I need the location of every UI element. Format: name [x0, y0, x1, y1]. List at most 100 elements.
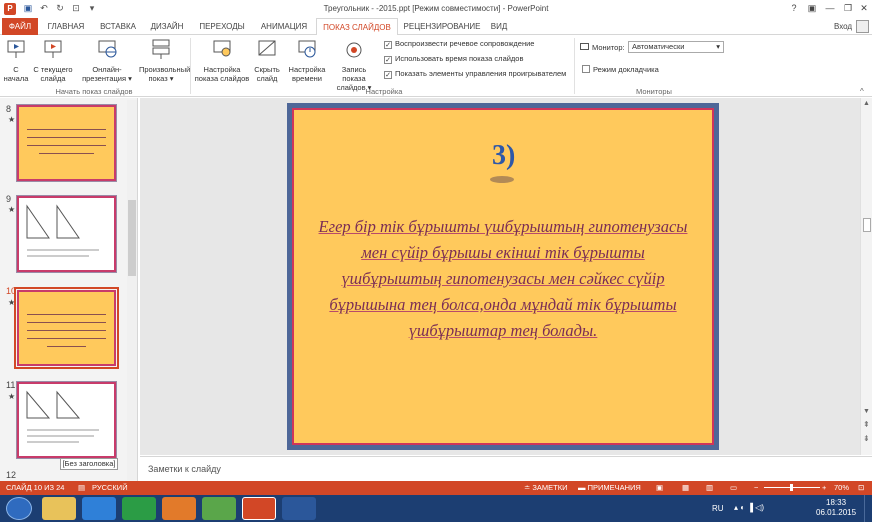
notes-toggle-button[interactable]: ≐ ЗАМЕТКИ — [524, 481, 568, 495]
zoom-out-icon[interactable]: − — [754, 481, 758, 495]
play-narrations-label: Воспроизвести речевое сопровождение — [395, 39, 535, 48]
hide-slide-button[interactable]: Скрыть слайд — [252, 37, 282, 83]
group-setup-label: Настройка — [365, 87, 403, 96]
slide-thumbnail-11[interactable] — [16, 381, 117, 459]
current-slide[interactable]: 3) Егер бір тік бұрышты үшбұрыштың гипот… — [287, 103, 719, 450]
presenter-view-label: Режим докладчика — [593, 65, 659, 74]
scroll-down-icon[interactable]: ▼ — [863, 408, 870, 415]
next-slide-icon[interactable]: ⇟ — [863, 434, 870, 443]
slide-body-text[interactable]: Егер бір тік бұрышты үшбұрыштың гипотену… — [312, 214, 694, 344]
word-taskbar-icon[interactable] — [282, 497, 316, 520]
presenter-view-checkbox[interactable]: Режим докладчика — [582, 65, 659, 75]
slide-scrollbar[interactable]: ▲ ▼ ⇞ ⇟ — [860, 98, 872, 455]
rehearse-timings-button[interactable]: Настройка времени — [286, 37, 328, 83]
tab-insert[interactable]: ВСТАВКА — [94, 18, 142, 35]
ribbon-tabs: ФАЙЛ ГЛАВНАЯ ВСТАВКА ДИЗАЙН ПЕРЕХОДЫ АНИ… — [0, 18, 872, 36]
monitor-dropdown[interactable]: Автоматически ▾ — [628, 41, 724, 53]
from-beginning-label-1: С — [13, 65, 19, 74]
show-media-controls-checkbox[interactable]: ✓ Показать элементы управления проигрыват… — [384, 69, 566, 79]
collapse-ribbon-icon[interactable]: ^ — [860, 87, 864, 96]
slideshow-view-icon[interactable]: ▭ — [730, 481, 737, 495]
tray-icons[interactable]: ▴ ◐ ▐ ◁) — [734, 503, 764, 512]
ribbon-display-options-icon[interactable]: ▣ — [804, 2, 820, 15]
record-slideshow-button[interactable]: Запись показа слайдов ▾ — [329, 37, 379, 92]
slide-thumbnail-9[interactable] — [16, 195, 117, 273]
slide-thumbnail-8[interactable] — [16, 104, 117, 182]
restore-icon[interactable]: ❐ — [840, 2, 856, 15]
thumb-text-line — [39, 153, 94, 154]
fit-slide-icon[interactable]: ⊡ — [858, 481, 864, 495]
tab-home[interactable]: ГЛАВНАЯ — [41, 18, 91, 35]
user-avatar-icon[interactable] — [856, 20, 869, 33]
spellcheck-icon[interactable]: ▤ — [78, 481, 85, 495]
from-current-slide-button[interactable]: С текущего слайда — [31, 37, 75, 83]
from-beginning-label-2: начала — [3, 74, 29, 83]
tab-design[interactable]: ДИЗАЙН — [145, 18, 189, 35]
scroll-up-icon[interactable]: ▲ — [863, 100, 870, 107]
show-media-controls-label: Показать элементы управления проигрывате… — [395, 69, 567, 78]
from-current-label-2: слайда — [40, 74, 66, 83]
pedestal-icon — [490, 176, 514, 183]
slide-scrollbar-thumb[interactable] — [863, 218, 871, 232]
close-icon[interactable]: ✕ — [856, 2, 872, 15]
minimize-icon[interactable]: — — [822, 2, 838, 15]
explorer-taskbar-icon[interactable] — [42, 497, 76, 520]
zoom-in-icon[interactable]: + — [822, 481, 826, 495]
ie-taskbar-icon[interactable] — [82, 497, 116, 520]
tab-transitions[interactable]: ПЕРЕХОДЫ — [192, 18, 252, 35]
setup-show-label-1: Настройка — [203, 65, 241, 74]
ribbon-separator — [190, 38, 191, 94]
notes-pane[interactable]: Заметки к слайду — [140, 456, 872, 482]
hide-slide-label-1: Скрыть — [254, 65, 280, 74]
setup-slideshow-button[interactable]: Настройка показа слайдов — [194, 37, 250, 83]
tab-animation[interactable]: АНИМАЦИЯ — [255, 18, 313, 35]
monitor-value: Автоматически — [632, 42, 685, 51]
slide-thumbnail-10[interactable] — [14, 287, 119, 369]
clock-time[interactable]: 18:33 — [826, 498, 846, 507]
clock-date[interactable]: 06.01.2015 — [816, 508, 856, 517]
checkbox-checked-icon: ✓ — [384, 71, 392, 79]
powerpoint-taskbar-icon[interactable] — [242, 497, 276, 520]
chrome-taskbar-icon[interactable] — [122, 497, 156, 520]
torrent-taskbar-icon[interactable] — [202, 497, 236, 520]
zoom-level[interactable]: 70% — [834, 481, 849, 495]
help-icon[interactable]: ? — [786, 2, 802, 15]
online-presentation-label-2: презентация ▾ — [82, 74, 132, 83]
tab-file[interactable]: ФАЙЛ — [2, 18, 38, 35]
slide-number-label: 3) — [492, 140, 516, 171]
thumbnails-scrollbar-thumb[interactable] — [128, 200, 136, 276]
tab-review[interactable]: РЕЦЕНЗИРОВАНИЕ — [401, 18, 483, 35]
media-player-taskbar-icon[interactable] — [162, 497, 196, 520]
thumbnails-scrollbar[interactable] — [127, 100, 137, 480]
tab-view[interactable]: ВИД — [486, 18, 512, 35]
slideshow-current-icon — [44, 40, 62, 58]
online-presentation-button[interactable]: Онлайн- презентация ▾ — [78, 37, 136, 83]
custom-show-label-1: Произвольный — [139, 65, 191, 74]
triangle-diagram-icon — [26, 204, 99, 257]
chevron-down-icon: ▾ — [716, 42, 720, 51]
previous-slide-icon[interactable]: ⇞ — [863, 420, 870, 429]
from-beginning-button[interactable]: С начала — [2, 37, 30, 83]
animation-star-icon: ★ — [8, 115, 16, 124]
input-language[interactable]: RU — [712, 504, 724, 513]
play-narrations-checkbox[interactable]: ✓ Воспроизвести речевое сопровождение — [384, 39, 534, 49]
use-timings-checkbox[interactable]: ✓ Использовать время показа слайдов — [384, 54, 523, 64]
thumb-text-line — [27, 137, 106, 138]
comments-toggle-button[interactable]: ▬ ПРИМЕЧАНИЯ — [578, 481, 641, 495]
custom-show-button[interactable]: Произвольный показ ▾ — [139, 37, 191, 83]
reading-view-icon[interactable]: ▥ — [706, 481, 713, 495]
zoom-slider[interactable] — [764, 484, 820, 491]
title-bar: P ▣ ↶ ↻ ⊡ ▾ Треугольник - -2015.ppt [Реж… — [0, 0, 872, 18]
thumb-number: 11 — [6, 380, 16, 390]
signin-link[interactable]: Вход — [834, 22, 852, 31]
slide-sorter-icon[interactable]: ▦ — [682, 481, 689, 495]
language-indicator[interactable]: РУССКИЙ — [92, 481, 128, 495]
normal-view-icon[interactable]: ▣ — [656, 481, 663, 495]
thumb-number: 12 — [6, 470, 17, 480]
tab-slide-show[interactable]: ПОКАЗ СЛАЙДОВ — [316, 18, 398, 36]
globe-presentation-icon — [98, 40, 117, 58]
zoom-slider-thumb[interactable] — [790, 484, 793, 491]
monitor-selector: Монитор: — [580, 43, 625, 53]
start-button-icon[interactable] — [6, 497, 32, 520]
show-desktop-button[interactable] — [864, 495, 872, 522]
